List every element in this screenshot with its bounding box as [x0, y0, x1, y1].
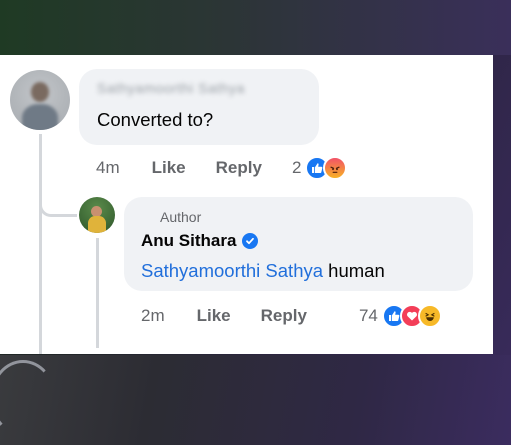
reply-actions: 2m Like Reply 74 [141, 304, 442, 328]
reply-text: Sathyamoorthi Sathya human [141, 260, 385, 282]
avatar-head [31, 82, 49, 102]
background-top [0, 0, 511, 55]
reply-text-body: human [323, 260, 385, 281]
avatar-body [22, 104, 58, 130]
reply-bubble: Author Anu Sithara Sathyamoorthi Sathya … [124, 197, 473, 291]
reply-button[interactable]: Reply [216, 158, 262, 178]
angry-icon [323, 156, 348, 180]
like-button[interactable]: Like [152, 158, 186, 178]
avatar-body [88, 216, 106, 233]
thread-connector [39, 177, 77, 217]
reaction-count[interactable]: 74 [359, 306, 378, 326]
reply-button[interactable]: Reply [261, 306, 307, 326]
reply-time[interactable]: 2m [141, 306, 165, 326]
reaction-summary[interactable] [305, 156, 348, 180]
comment-bubble: Sathyamoorthi Sathya Converted to? [79, 69, 319, 145]
reaction-count[interactable]: 2 [292, 158, 301, 178]
verified-badge-icon [242, 233, 259, 249]
author-avatar[interactable] [79, 197, 115, 233]
comment-time[interactable]: 4m [96, 158, 120, 178]
author-badge: Author [160, 209, 202, 225]
commenter-avatar[interactable] [10, 70, 70, 130]
like-button[interactable]: Like [197, 306, 231, 326]
comment-actions: 4m Like Reply 2 [96, 156, 348, 180]
reply-author-row: Anu Sithara [141, 231, 259, 251]
reaction-summary[interactable] [381, 304, 442, 328]
background-bottom [0, 355, 511, 445]
reply-thread-line [96, 238, 99, 348]
commenter-name[interactable]: Sathyamoorthi Sathya [97, 80, 245, 96]
thread-line [39, 134, 42, 354]
haha-icon [417, 304, 442, 328]
reply-author-name[interactable]: Anu Sithara [141, 231, 236, 251]
comment-thread-card: Sathyamoorthi Sathya Converted to? 4m Li… [0, 55, 493, 354]
comment-text: Converted to? [97, 109, 214, 130]
mention-link[interactable]: Sathyamoorthi Sathya [141, 260, 323, 281]
